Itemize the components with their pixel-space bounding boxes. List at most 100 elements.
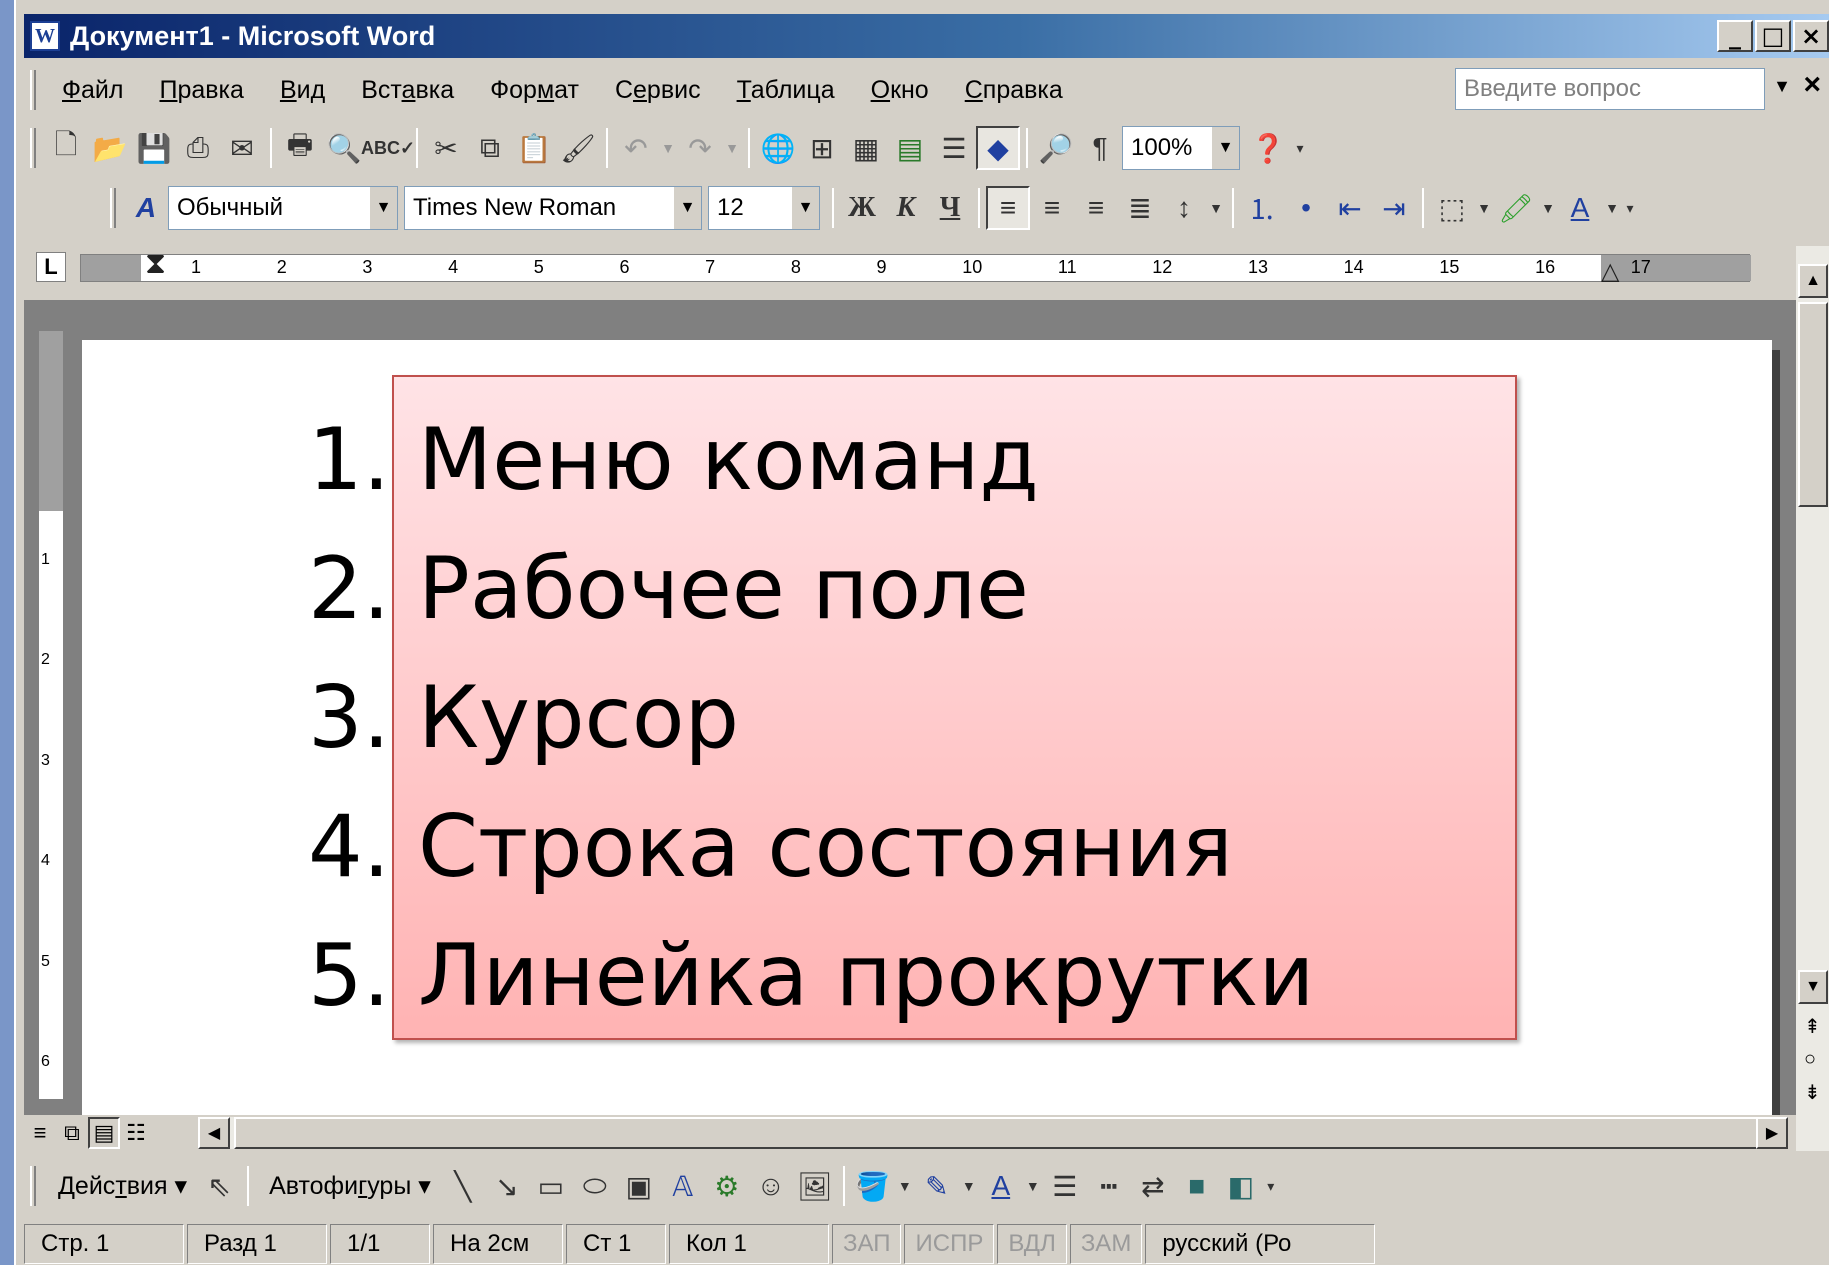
vertical-scroll-thumb[interactable] bbox=[1798, 302, 1828, 507]
3d-style-icon[interactable]: ◧ bbox=[1219, 1164, 1263, 1208]
maximize-button[interactable]: □ bbox=[1755, 20, 1791, 52]
line-icon[interactable]: ╲ bbox=[441, 1164, 485, 1208]
tab-selector[interactable]: L bbox=[36, 252, 66, 282]
show-hide-icon[interactable]: ¶ bbox=[1078, 126, 1122, 170]
font-dropdown-arrow-icon[interactable]: ▼ bbox=[673, 187, 701, 229]
toolbar-options-icon[interactable]: ▾ bbox=[1263, 1164, 1279, 1208]
menu-table[interactable]: Таблица bbox=[719, 76, 853, 105]
open-folder-icon[interactable]: 📂 bbox=[88, 126, 132, 170]
font-size-dropdown-arrow-icon[interactable]: ▼ bbox=[791, 187, 819, 229]
menu-edit[interactable]: Правка bbox=[141, 76, 261, 105]
vertical-scrollbar[interactable]: ▲ ▼ ⇞ ○ ⇟ bbox=[1796, 246, 1829, 1151]
redo-dropdown-icon[interactable]: ▼ bbox=[722, 126, 742, 170]
indent-marker-icon[interactable]: ⧗ bbox=[145, 247, 166, 281]
border-dropdown-icon[interactable]: ▼ bbox=[1474, 186, 1494, 230]
zoom-dropdown-arrow-icon[interactable]: ▼ bbox=[1211, 127, 1239, 169]
menu-tools[interactable]: Сервис bbox=[597, 76, 719, 105]
toolbar-grip[interactable] bbox=[110, 188, 116, 228]
highlight-icon[interactable]: 🖍 bbox=[1494, 186, 1538, 230]
email-icon[interactable]: ✉ bbox=[220, 126, 264, 170]
format-painter-icon[interactable]: 🖌 bbox=[556, 126, 600, 170]
copy-icon[interactable]: ⧉ bbox=[468, 126, 512, 170]
menu-help[interactable]: Справка bbox=[947, 76, 1081, 105]
paste-icon[interactable]: 📋 bbox=[512, 126, 556, 170]
minimize-button[interactable]: _ bbox=[1717, 20, 1753, 52]
rectangle-icon[interactable]: ▭ bbox=[529, 1164, 573, 1208]
print-layout-icon[interactable]: ▤ bbox=[88, 1117, 120, 1149]
style-dropdown-arrow-icon[interactable]: ▼ bbox=[369, 187, 397, 229]
tables-borders-icon[interactable]: ⊞ bbox=[800, 126, 844, 170]
insert-table-icon[interactable]: ▦ bbox=[844, 126, 888, 170]
scroll-right-button[interactable]: ▶ bbox=[1756, 1117, 1788, 1149]
justify-icon[interactable]: ≣ bbox=[1118, 186, 1162, 230]
font-combo[interactable]: Times New Roman ▼ bbox=[404, 186, 702, 230]
save-icon[interactable]: 💾 bbox=[132, 126, 176, 170]
bold-button[interactable]: Ж bbox=[840, 186, 884, 230]
ask-dropdown-arrow-icon[interactable]: ▼ bbox=[1773, 76, 1791, 97]
insert-excel-icon[interactable]: ▤ bbox=[888, 126, 932, 170]
status-overtype[interactable]: ЗАМ bbox=[1069, 1223, 1143, 1264]
zoom-combo[interactable]: 100% ▼ bbox=[1122, 126, 1240, 170]
toolbar-options-icon[interactable]: ▾ bbox=[1622, 186, 1638, 230]
scroll-up-button[interactable]: ▲ bbox=[1798, 264, 1828, 298]
line-spacing-dropdown-icon[interactable]: ▼ bbox=[1206, 186, 1226, 230]
line-color-dropdown-icon[interactable]: ▼ bbox=[959, 1164, 979, 1208]
arrow-icon[interactable]: ↘ bbox=[485, 1164, 529, 1208]
text-box-icon[interactable]: ▣ bbox=[617, 1164, 661, 1208]
document-map-icon[interactable]: 🔎 bbox=[1034, 126, 1078, 170]
print-icon[interactable]: 🖶 bbox=[278, 126, 322, 170]
horizontal-ruler[interactable]: 1 2 3 4 5 6 7 8 9 10 11 12 13 14 15 16 1… bbox=[80, 247, 1751, 285]
picture-icon[interactable]: 🖼 bbox=[793, 1164, 837, 1208]
status-track-changes[interactable]: ИСПР bbox=[904, 1223, 995, 1264]
help-icon[interactable]: ❓ bbox=[1246, 126, 1290, 170]
columns-icon[interactable]: ☰ bbox=[932, 126, 976, 170]
status-record-macro[interactable]: ЗАП bbox=[832, 1223, 902, 1264]
actions-menu[interactable]: Действия ▾ bbox=[44, 1171, 197, 1201]
arrow-style-icon[interactable]: ⇄ bbox=[1131, 1164, 1175, 1208]
toolbar-grip[interactable] bbox=[30, 128, 36, 168]
close-button[interactable]: × bbox=[1793, 20, 1829, 52]
toolbar-options-icon[interactable]: ▾ bbox=[1290, 126, 1310, 170]
vertical-ruler[interactable]: 1 2 3 4 5 6 bbox=[38, 330, 64, 1100]
fill-color-dropdown-icon[interactable]: ▼ bbox=[895, 1164, 915, 1208]
title-bar[interactable]: W Документ1 - Microsoft Word _ □ × bbox=[24, 14, 1829, 58]
diagram-icon[interactable]: ⚙ bbox=[705, 1164, 749, 1208]
highlight-dropdown-icon[interactable]: ▼ bbox=[1538, 186, 1558, 230]
toolbar-grip[interactable] bbox=[30, 1166, 36, 1206]
document-page[interactable]: 1. Меню команд 2. Рабочее поле 3. Курсор 4.… bbox=[82, 340, 1772, 1115]
undo-icon[interactable]: ↶ bbox=[614, 126, 658, 170]
scroll-left-button[interactable]: ◀ bbox=[198, 1117, 230, 1149]
menu-format[interactable]: Формат bbox=[472, 76, 597, 105]
align-left-icon[interactable]: ≡ bbox=[986, 186, 1030, 230]
status-extend-selection[interactable]: ВДЛ bbox=[997, 1223, 1067, 1264]
shadow-style-icon[interactable]: ■ bbox=[1175, 1164, 1219, 1208]
menu-view[interactable]: Вид bbox=[262, 76, 343, 105]
permission-icon[interactable]: ⎙ bbox=[176, 126, 220, 170]
dash-style-icon[interactable]: ┅ bbox=[1087, 1164, 1131, 1208]
underline-button[interactable]: Ч bbox=[928, 186, 972, 230]
right-indent-marker-icon[interactable]: △ bbox=[1601, 257, 1619, 286]
select-objects-icon[interactable]: ⇖ bbox=[197, 1164, 241, 1208]
horizontal-scrollbar[interactable]: ◀ ▶ bbox=[198, 1117, 1788, 1149]
scroll-down-button[interactable]: ▼ bbox=[1798, 970, 1828, 1004]
line-spacing-icon[interactable]: ↕ bbox=[1162, 186, 1206, 230]
print-preview-icon[interactable]: 🔍 bbox=[322, 126, 366, 170]
web-layout-icon[interactable]: ⧉ bbox=[56, 1117, 88, 1149]
autoshapes-menu[interactable]: Автофигуры ▾ bbox=[255, 1171, 441, 1201]
word-app-icon[interactable]: W bbox=[30, 21, 60, 51]
style-combo[interactable]: Обычный ▼ bbox=[168, 186, 398, 230]
redo-icon[interactable]: ↷ bbox=[678, 126, 722, 170]
bullets-icon[interactable]: • bbox=[1284, 186, 1328, 230]
fill-color-icon[interactable]: 🪣 bbox=[851, 1164, 895, 1208]
status-language[interactable]: русский (Ро bbox=[1145, 1223, 1376, 1264]
font-color-icon[interactable]: A bbox=[1558, 186, 1602, 230]
undo-dropdown-icon[interactable]: ▼ bbox=[658, 126, 678, 170]
cut-icon[interactable]: ✂ bbox=[424, 126, 468, 170]
clip-art-icon[interactable]: ☺ bbox=[749, 1164, 793, 1208]
normal-view-icon[interactable]: ≡ bbox=[24, 1117, 56, 1149]
next-page-icon[interactable]: ⇟ bbox=[1804, 1080, 1821, 1105]
line-style-icon[interactable]: ☰ bbox=[1043, 1164, 1087, 1208]
line-color-icon[interactable]: ✎ bbox=[915, 1164, 959, 1208]
font-size-combo[interactable]: 12 ▼ bbox=[708, 186, 820, 230]
menu-window[interactable]: Окно bbox=[853, 76, 947, 105]
